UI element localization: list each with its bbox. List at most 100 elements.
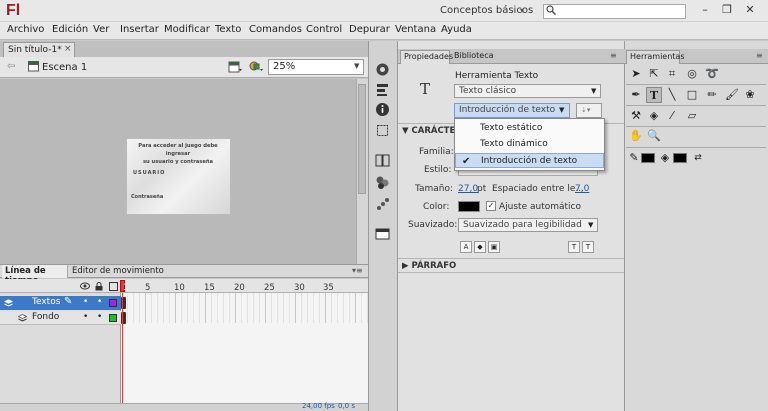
layer-color-swatch[interactable] — [109, 299, 117, 307]
section-paragraph[interactable]: ▶ PÁRRAFO — [402, 261, 456, 271]
layer-name[interactable]: Fondo — [32, 312, 59, 322]
menu-ayuda[interactable]: Ayuda — [441, 24, 472, 35]
menu-archivo[interactable]: Archivo — [7, 24, 44, 35]
panel-menu-icon[interactable]: ≡ — [610, 51, 617, 60]
free-transform-tool-icon[interactable]: ⌗ — [664, 66, 680, 82]
stage-heading-text[interactable]: Para acceder al juego debe ingresar su u… — [128, 142, 228, 166]
text-color-swatch[interactable] — [458, 201, 480, 212]
lock-dot[interactable]: • — [97, 312, 102, 322]
subselection-tool-icon[interactable]: ⇱ — [646, 66, 662, 82]
scrollbar-thumb[interactable] — [358, 84, 366, 194]
autokern-checkbox[interactable]: ✓ — [486, 201, 496, 211]
tab-library[interactable]: Biblioteca — [454, 51, 494, 60]
layer-row-textos[interactable]: Textos ✎ • • — [0, 296, 121, 310]
show-border-icon[interactable]: ▣ — [488, 241, 500, 253]
anti-alias-select[interactable]: Suavizado para legibilidad — [458, 218, 598, 232]
rectangle-tool-icon[interactable]: □ — [684, 87, 700, 103]
outline-icon[interactable] — [109, 282, 118, 291]
brush-tool-icon[interactable]: 🖌 — [724, 87, 740, 103]
chevron-down-icon[interactable]: ▼ — [591, 87, 596, 95]
lasso-tool-icon[interactable]: ➰ — [704, 66, 720, 82]
menu-comandos[interactable]: Comandos — [249, 24, 302, 35]
zoom-tool-icon[interactable]: 🔍 — [646, 128, 662, 144]
motion-presets-icon[interactable] — [375, 197, 390, 212]
layer-color-swatch[interactable] — [109, 314, 117, 322]
close-icon[interactable]: × — [64, 44, 72, 54]
size-value[interactable]: 27,0 — [458, 184, 478, 194]
swap-colors-icon[interactable]: ⇄ — [690, 150, 706, 166]
menu-texto[interactable]: Texto — [215, 24, 241, 35]
menu-item-dynamic-text[interactable]: Texto dinámico — [455, 137, 604, 152]
eye-icon[interactable] — [80, 282, 90, 290]
search-input[interactable] — [543, 4, 686, 19]
panel-menu-icon[interactable]: ▾≡ — [352, 266, 363, 275]
menu-ver[interactable]: Ver — [93, 24, 109, 35]
tab-properties[interactable]: Propiedades — [400, 50, 453, 64]
eraser-tool-icon[interactable]: ▱ — [684, 108, 700, 124]
tab-motion-editor[interactable]: Editor de movimiento — [72, 266, 164, 276]
color-panel-icon[interactable] — [375, 62, 390, 77]
superscript-icon[interactable]: T — [568, 241, 580, 253]
selectable-icon[interactable]: A — [460, 241, 472, 253]
output-panel-icon[interactable] — [375, 226, 390, 241]
menu-item-input-text[interactable]: Introducción de texto — [455, 153, 604, 168]
close-button[interactable]: ✕ — [742, 3, 758, 17]
menu-insertar[interactable]: Insertar — [120, 24, 159, 35]
fill-color-swatch[interactable] — [673, 153, 687, 163]
stage-usuario-text[interactable]: USUARIO — [133, 170, 165, 176]
stroke-color-swatch[interactable] — [641, 153, 655, 163]
tab-timeline[interactable]: Línea de tiempo — [2, 265, 68, 286]
section-character[interactable]: ▼ CARÁCTER — [402, 126, 462, 136]
edit-scene-icon[interactable] — [228, 60, 242, 73]
panel-menu-icon[interactable]: ≡ — [756, 51, 763, 60]
restore-button[interactable]: ❐ — [719, 3, 735, 17]
orientation-select[interactable]: ⇣▾ — [576, 103, 602, 118]
selection-tool-icon[interactable]: ➤ — [628, 66, 644, 82]
line-tool-icon[interactable]: ╲ — [664, 87, 680, 103]
menu-item-static-text[interactable]: Texto estático — [455, 121, 604, 136]
transform-panel-icon[interactable] — [375, 123, 390, 138]
layer-name[interactable]: Textos — [32, 297, 60, 307]
stroke-color-icon[interactable]: ✎ — [626, 150, 642, 166]
chevron-down-icon[interactable]: ▾ — [520, 6, 524, 15]
3d-rotation-tool-icon[interactable]: ◎ — [684, 66, 700, 82]
visibility-dot[interactable]: • — [83, 312, 88, 322]
lock-dot[interactable]: • — [97, 297, 102, 307]
deco-tool-icon[interactable]: ❀ — [742, 87, 758, 103]
zoom-select[interactable]: 25% — [268, 59, 364, 75]
pen-tool-icon[interactable]: ✒ — [628, 87, 644, 103]
letter-spacing-value[interactable]: 7,0 — [575, 184, 589, 194]
back-arrow-icon[interactable]: ⇦ — [7, 61, 15, 72]
lock-icon[interactable] — [95, 282, 103, 291]
stage-password-text[interactable]: Contraseña — [131, 194, 163, 200]
visibility-dot[interactable]: • — [83, 297, 88, 307]
pencil-tool-icon[interactable]: ✏ — [704, 87, 720, 103]
menu-edicion[interactable]: Edición — [52, 24, 88, 35]
bone-tool-icon[interactable]: ⚒ — [628, 108, 644, 124]
menu-control[interactable]: Control — [306, 24, 342, 35]
layer-row-fondo[interactable]: Fondo • • — [0, 311, 121, 325]
menu-depurar[interactable]: Depurar — [349, 24, 390, 35]
minimize-button[interactable]: – — [697, 3, 713, 17]
hand-tool-icon[interactable]: ✋ — [628, 128, 644, 144]
text-engine-select[interactable]: Texto clásico — [454, 84, 601, 98]
tab-tools[interactable]: Herramientas — [626, 50, 685, 64]
menu-ventana[interactable]: Ventana — [395, 24, 436, 35]
components-panel-icon[interactable] — [375, 153, 390, 168]
library-panel-icon[interactable] — [375, 175, 390, 190]
fill-color-icon[interactable]: ◈ — [657, 150, 673, 166]
render-html-icon[interactable]: ◆ — [474, 241, 486, 253]
subscript-icon[interactable]: T — [582, 241, 594, 253]
edit-symbol-icon[interactable] — [249, 60, 263, 73]
paint-bucket-tool-icon[interactable]: ◈ — [646, 108, 662, 124]
chevron-down-icon[interactable]: ▼ — [354, 62, 359, 70]
text-type-select[interactable]: Introducción de texto — [454, 103, 570, 118]
chevron-down-icon[interactable]: ▼ — [559, 106, 564, 114]
menu-modificar[interactable]: Modificar — [164, 24, 210, 35]
eyedropper-tool-icon[interactable]: ⁄ — [664, 108, 680, 124]
chevron-down-icon[interactable]: ▼ — [588, 221, 593, 229]
text-tool-icon[interactable]: T — [646, 87, 662, 103]
info-panel-icon[interactable] — [375, 102, 390, 117]
align-panel-icon[interactable] — [375, 82, 390, 97]
fps-readout[interactable]: 24,00 fps — [302, 402, 335, 410]
